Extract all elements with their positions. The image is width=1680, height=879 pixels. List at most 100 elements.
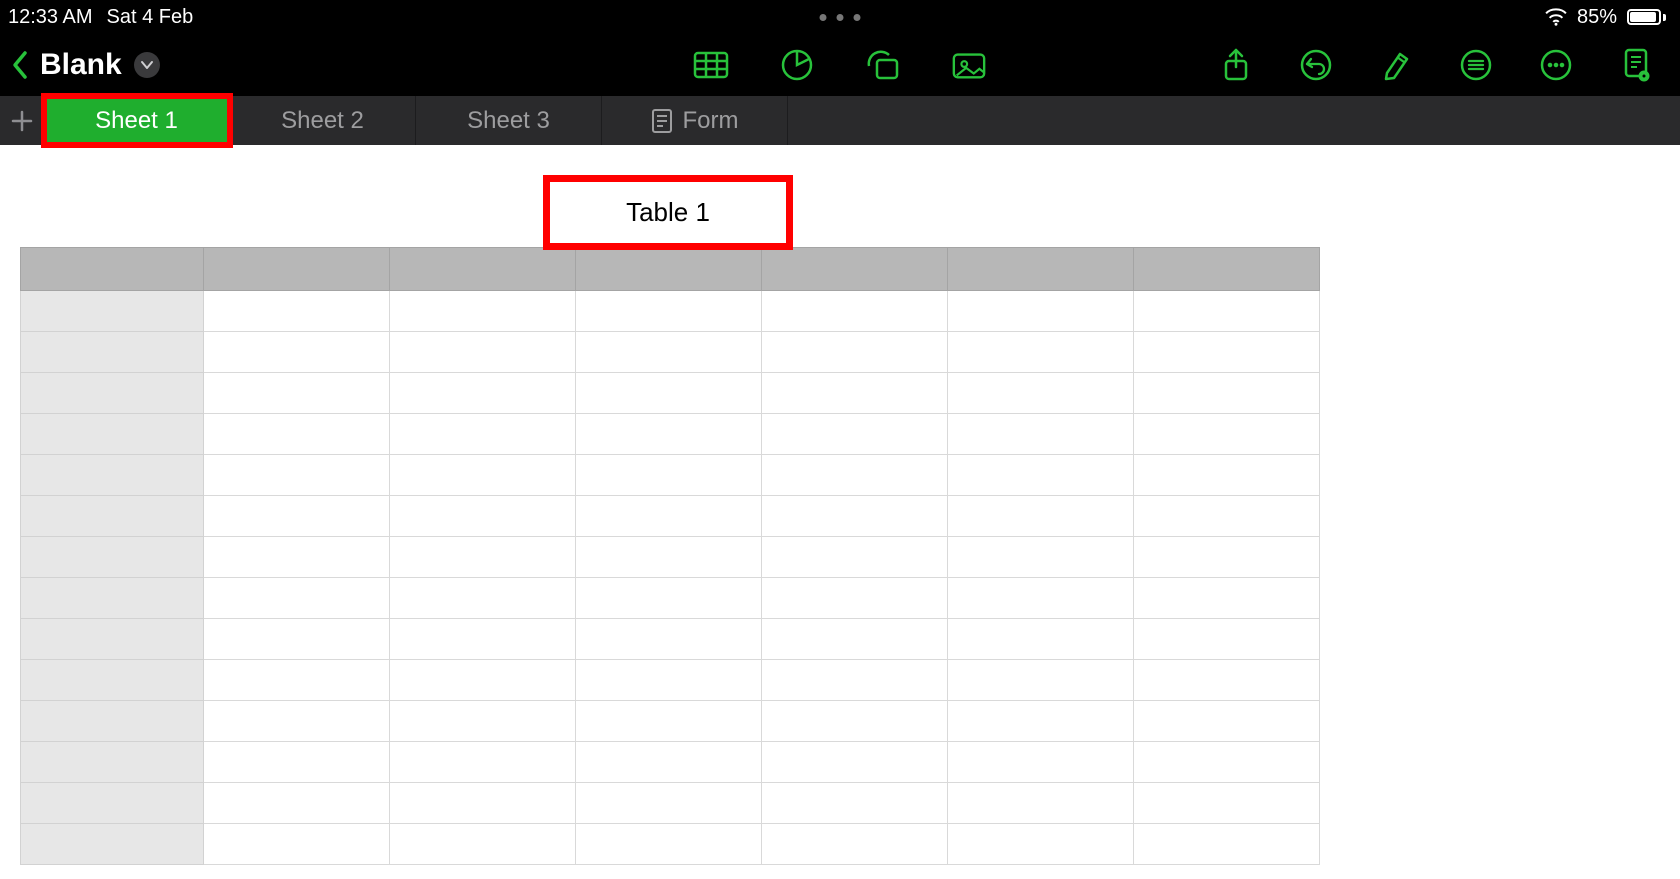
cell[interactable]	[1134, 332, 1320, 373]
cell[interactable]	[576, 455, 762, 496]
cell[interactable]	[204, 373, 390, 414]
cell[interactable]	[1134, 660, 1320, 701]
row-header[interactable]	[21, 496, 204, 537]
insert-media-icon[interactable]	[951, 47, 987, 83]
cell[interactable]	[948, 455, 1134, 496]
chevron-down-icon[interactable]	[134, 52, 160, 78]
cell[interactable]	[948, 414, 1134, 455]
cell[interactable]	[762, 619, 948, 660]
cell[interactable]	[390, 824, 576, 865]
row-header[interactable]	[21, 701, 204, 742]
row-header[interactable]	[21, 414, 204, 455]
cell[interactable]	[390, 578, 576, 619]
row-header[interactable]	[21, 824, 204, 865]
cell[interactable]	[576, 291, 762, 332]
cell[interactable]	[204, 783, 390, 824]
cell[interactable]	[1134, 373, 1320, 414]
cell[interactable]	[948, 291, 1134, 332]
more-icon[interactable]	[1538, 47, 1574, 83]
cell[interactable]	[762, 660, 948, 701]
cell[interactable]	[204, 455, 390, 496]
cell[interactable]	[576, 578, 762, 619]
cell[interactable]	[762, 742, 948, 783]
cell[interactable]	[576, 660, 762, 701]
cell[interactable]	[204, 332, 390, 373]
sheet-tab-1[interactable]: Sheet 1	[44, 96, 230, 145]
column-header[interactable]	[1134, 248, 1320, 291]
cell[interactable]	[204, 496, 390, 537]
cell[interactable]	[1134, 537, 1320, 578]
cell[interactable]	[204, 701, 390, 742]
cell[interactable]	[948, 332, 1134, 373]
cell[interactable]	[390, 496, 576, 537]
cell[interactable]	[390, 619, 576, 660]
insert-shape-icon[interactable]	[865, 47, 901, 83]
cell[interactable]	[390, 742, 576, 783]
cell[interactable]	[762, 537, 948, 578]
cell[interactable]	[390, 332, 576, 373]
row-header[interactable]	[21, 455, 204, 496]
document-title-group[interactable]: Blank	[40, 48, 160, 82]
cell[interactable]	[762, 291, 948, 332]
cell[interactable]	[576, 783, 762, 824]
insert-table-icon[interactable]	[693, 47, 729, 83]
cell[interactable]	[948, 660, 1134, 701]
cell[interactable]	[1134, 783, 1320, 824]
cell[interactable]	[762, 332, 948, 373]
cell[interactable]	[948, 373, 1134, 414]
cell[interactable]	[762, 578, 948, 619]
cell[interactable]	[948, 783, 1134, 824]
column-header[interactable]	[948, 248, 1134, 291]
cell[interactable]	[576, 373, 762, 414]
cell[interactable]	[948, 701, 1134, 742]
cell[interactable]	[762, 455, 948, 496]
cell[interactable]	[576, 332, 762, 373]
cell[interactable]	[1134, 578, 1320, 619]
row-header[interactable]	[21, 783, 204, 824]
sheet-tab-form[interactable]: Form	[602, 96, 788, 145]
row-header[interactable]	[21, 619, 204, 660]
cell[interactable]	[390, 414, 576, 455]
spreadsheet-table[interactable]	[20, 247, 1320, 865]
cell[interactable]	[390, 373, 576, 414]
cell[interactable]	[762, 496, 948, 537]
cell[interactable]	[576, 496, 762, 537]
cell[interactable]	[204, 742, 390, 783]
cell[interactable]	[204, 291, 390, 332]
row-header[interactable]	[21, 742, 204, 783]
cell[interactable]	[390, 783, 576, 824]
cell[interactable]	[762, 783, 948, 824]
cell[interactable]	[390, 455, 576, 496]
add-sheet-button[interactable]	[0, 96, 44, 145]
cell[interactable]	[762, 701, 948, 742]
show-activity-icon[interactable]	[1618, 47, 1654, 83]
table-title[interactable]: Table 1	[543, 175, 793, 250]
cell[interactable]	[390, 701, 576, 742]
cell[interactable]	[1134, 742, 1320, 783]
cell[interactable]	[762, 414, 948, 455]
cell[interactable]	[576, 742, 762, 783]
cell[interactable]	[576, 619, 762, 660]
cell[interactable]	[390, 660, 576, 701]
cell[interactable]	[762, 824, 948, 865]
cell[interactable]	[1134, 496, 1320, 537]
row-header[interactable]	[21, 660, 204, 701]
sheet-tab-3[interactable]: Sheet 3	[416, 96, 602, 145]
cell[interactable]	[204, 619, 390, 660]
multitasking-dots[interactable]	[820, 14, 861, 21]
cell[interactable]	[1134, 414, 1320, 455]
column-header[interactable]	[390, 248, 576, 291]
cell[interactable]	[1134, 455, 1320, 496]
cell[interactable]	[204, 537, 390, 578]
format-icon[interactable]	[1378, 47, 1414, 83]
undo-icon[interactable]	[1298, 47, 1334, 83]
row-header[interactable]	[21, 291, 204, 332]
cell[interactable]	[576, 824, 762, 865]
back-button[interactable]	[0, 50, 40, 80]
cell[interactable]	[204, 660, 390, 701]
column-header[interactable]	[762, 248, 948, 291]
row-header[interactable]	[21, 537, 204, 578]
cell[interactable]	[576, 414, 762, 455]
cell[interactable]	[204, 414, 390, 455]
cell[interactable]	[576, 701, 762, 742]
